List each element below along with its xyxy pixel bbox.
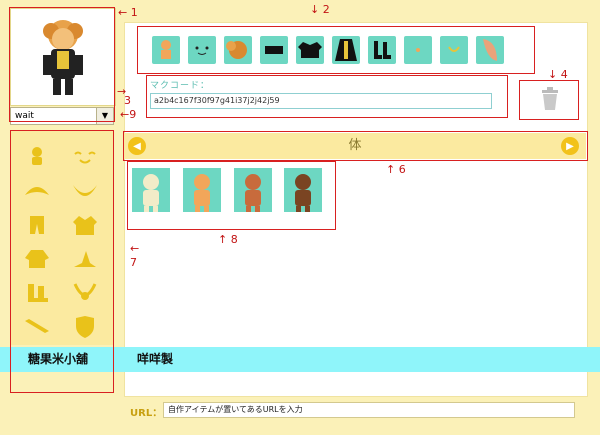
annotation-box-1 (9, 7, 115, 122)
url-input[interactable]: 自作アイテムが置いてあるURLを入力 (163, 402, 575, 418)
annotation-box-4 (519, 80, 579, 120)
annotation-label-7: 7 (130, 256, 137, 269)
annotation-box-8 (127, 161, 336, 230)
annotation-box-7 (10, 130, 114, 393)
annotation-box-2 (137, 26, 535, 74)
annotation-box-3 (146, 75, 508, 118)
annotation-label-6: ↑ 6 (386, 163, 406, 176)
annotation-label-9: ←9 (120, 108, 137, 121)
annotation-label-2: ↓ 2 (310, 3, 330, 16)
annotation-label-3: 3 (124, 94, 131, 107)
annotation-label-8: ↑ 8 (218, 233, 238, 246)
annotation-box-6 (123, 131, 588, 161)
url-label: URL： (130, 408, 163, 419)
annotation-label-4: ↓ 4 (548, 68, 568, 81)
annotation-arrow-7: ← (130, 242, 140, 255)
maker-credit: 咩咩製 (137, 352, 174, 366)
annotation-label-1: ← 1 (118, 6, 138, 19)
